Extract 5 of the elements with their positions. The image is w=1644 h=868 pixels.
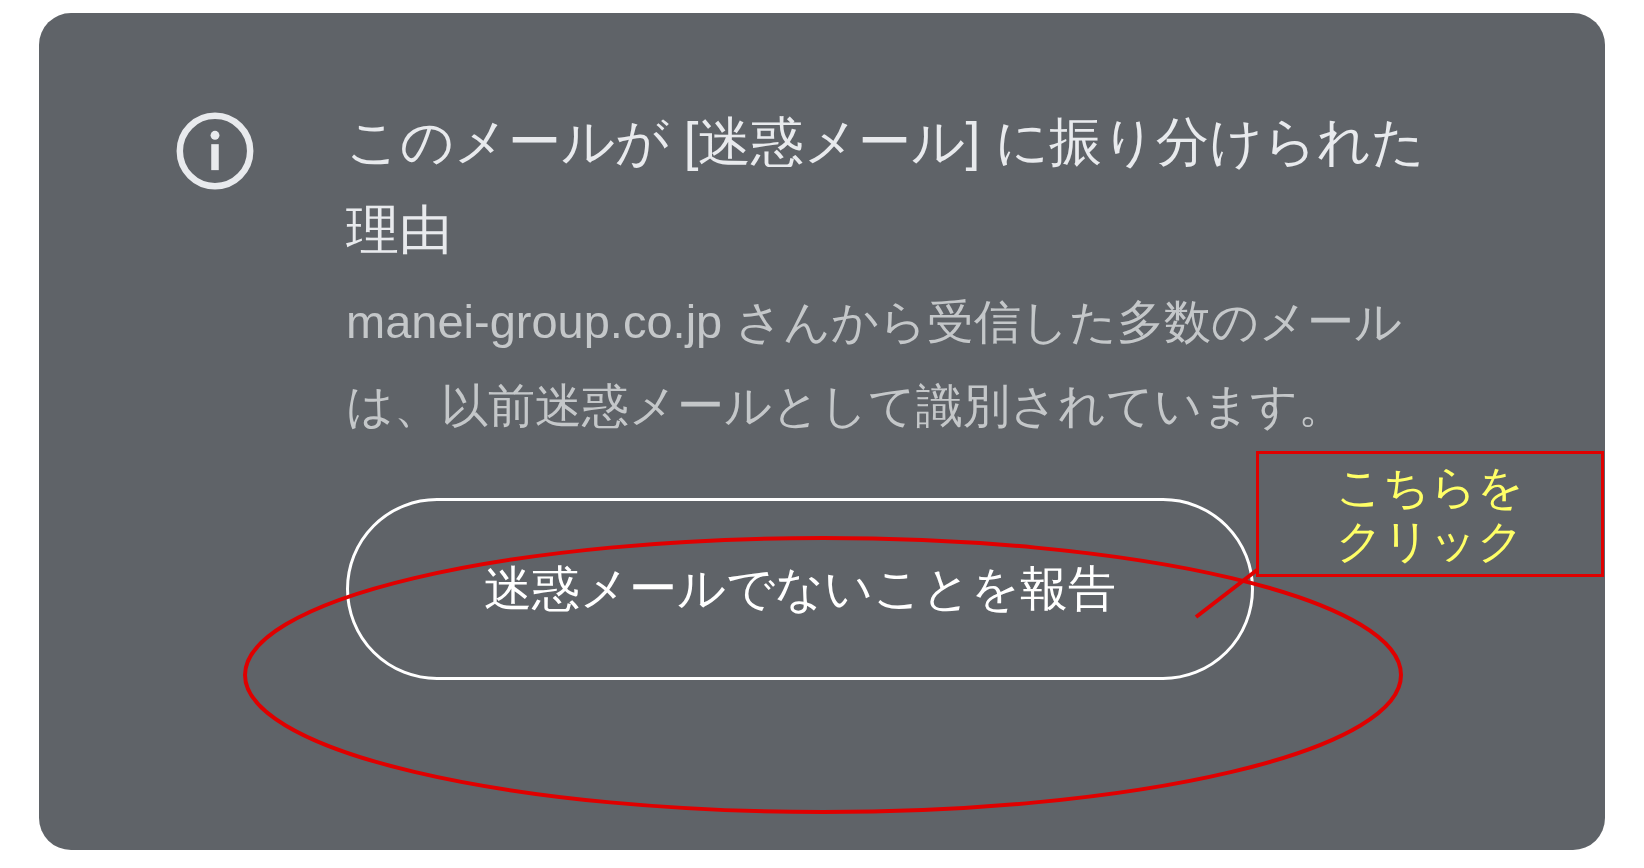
info-icon [174,110,256,192]
notice-message: manei-group.co.jp さんから受信した多数のメールは、以前迷惑メールとして識別されています。 [346,294,1404,434]
callout-label: こちらをクリック [1256,451,1604,577]
notice-title: このメールが [迷惑メール] に振り分けられた理由 [346,111,1426,261]
report-not-spam-button[interactable]: 迷惑メールでないことを報告 [346,498,1254,680]
